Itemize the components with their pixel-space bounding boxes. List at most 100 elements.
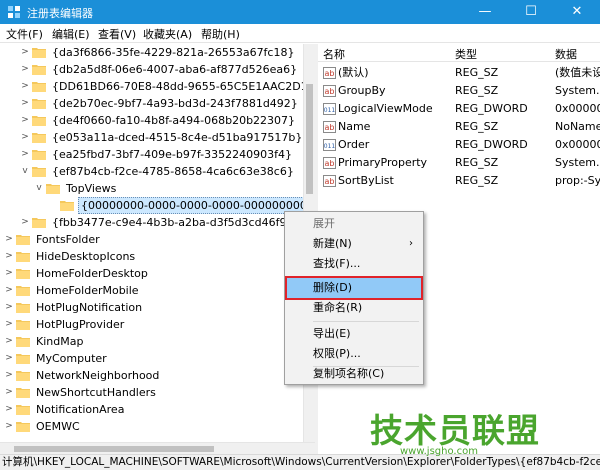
value-type: REG_SZ bbox=[455, 66, 499, 79]
expand-chevron-icon[interactable]: > bbox=[20, 214, 30, 231]
folder-icon bbox=[32, 99, 46, 109]
tree-node-label: KindMap bbox=[36, 335, 84, 348]
folder-icon bbox=[16, 286, 30, 296]
expand-chevron-icon[interactable]: > bbox=[4, 231, 14, 248]
minimize-button[interactable]: — bbox=[462, 0, 508, 24]
folder-icon bbox=[32, 150, 46, 160]
menu-item-label: 新建(N) bbox=[313, 237, 352, 250]
expand-chevron-icon[interactable]: > bbox=[4, 282, 14, 299]
value-row[interactable]: abGroupBy REG_SZ System.S bbox=[318, 82, 600, 100]
value-data: 0x00000 bbox=[555, 138, 600, 151]
folder-icon bbox=[16, 422, 30, 432]
tree-node-label: {fbb3477e-c9e4-4b3b-a2ba-d3f5d3cd46f9} bbox=[52, 216, 294, 229]
expand-chevron-icon[interactable]: > bbox=[20, 146, 30, 163]
scrollbar-thumb[interactable] bbox=[14, 446, 214, 452]
tree-node-label: {db2a5d8f-06e6-4007-aba6-af877d526ea6} bbox=[52, 63, 298, 76]
string-value-icon: ab bbox=[323, 67, 336, 79]
menu-item-expand[interactable]: 展开 bbox=[287, 214, 421, 234]
expand-chevron-icon[interactable]: > bbox=[20, 95, 30, 112]
string-value-icon: ab bbox=[323, 85, 336, 97]
string-value-icon: ab bbox=[323, 121, 336, 133]
folder-icon bbox=[16, 354, 30, 364]
binary-value-icon: 011 bbox=[323, 139, 336, 151]
value-data: prop:-Sy bbox=[555, 174, 600, 187]
expand-chevron-icon[interactable]: > bbox=[20, 129, 30, 146]
folder-icon bbox=[16, 252, 30, 262]
value-row[interactable]: 011 LogicalViewMode REG_DWORD 0x00000 bbox=[318, 100, 600, 118]
tree-node-label: OEMWC bbox=[36, 420, 80, 433]
expand-chevron-icon[interactable]: > bbox=[4, 418, 14, 435]
expand-chevron-icon[interactable]: > bbox=[4, 350, 14, 367]
close-button[interactable]: ✕ bbox=[554, 0, 600, 24]
expand-chevron-icon[interactable]: > bbox=[20, 112, 30, 129]
menu-help[interactable]: 帮助(H) bbox=[199, 26, 242, 42]
value-type: REG_SZ bbox=[455, 120, 499, 133]
tree-node-label: {de4f0660-fa10-4b8f-a494-068b20b22307} bbox=[52, 114, 296, 127]
value-name: PrimaryProperty bbox=[338, 156, 428, 169]
collapse-chevron-icon[interactable]: v bbox=[20, 163, 30, 180]
menu-item-new[interactable]: 新建(N) › bbox=[287, 234, 421, 254]
menu-item-permissions[interactable]: 权限(P)... bbox=[287, 344, 421, 364]
tree-node-label: MyComputer bbox=[36, 352, 107, 365]
expand-chevron-icon[interactable]: > bbox=[20, 44, 30, 61]
maximize-button[interactable]: ☐ bbox=[508, 0, 554, 24]
scrollbar-thumb[interactable] bbox=[306, 84, 313, 194]
collapse-chevron-icon[interactable]: v bbox=[34, 180, 44, 197]
expand-chevron-icon[interactable]: > bbox=[20, 78, 30, 95]
menu-item-copy-key-name[interactable]: 复制项名称(C) bbox=[287, 364, 421, 384]
folder-icon bbox=[60, 201, 74, 211]
menu-item-find[interactable]: 查找(F)... bbox=[287, 254, 421, 274]
tree-node-label: NewShortcutHandlers bbox=[36, 386, 156, 399]
submenu-arrow-icon: › bbox=[409, 238, 413, 249]
tree-node-label: HideDesktopIcons bbox=[36, 250, 136, 263]
tree-node-label: {ea25fbd7-3bf7-409e-b97f-3352240903f4} bbox=[52, 148, 292, 161]
tree-node-label: HotPlugProvider bbox=[36, 318, 125, 331]
expand-chevron-icon[interactable]: > bbox=[4, 367, 14, 384]
value-row[interactable]: ab Name REG_SZ NoName bbox=[318, 118, 600, 136]
window-title: 注册表编辑器 bbox=[27, 7, 93, 20]
value-data: 0x00000 bbox=[555, 102, 600, 115]
expand-chevron-icon[interactable]: > bbox=[4, 384, 14, 401]
status-bar-path: 计算机\HKEY_LOCAL_MACHINE\SOFTWARE\Microsof… bbox=[0, 454, 600, 470]
menu-item-delete[interactable]: 删除(D) bbox=[285, 276, 423, 300]
expand-chevron-icon[interactable]: > bbox=[4, 316, 14, 333]
context-menu: 展开 新建(N) › 查找(F)... 删除(D) 重命名(R) 导出(E) 权限… bbox=[284, 211, 424, 385]
value-row[interactable]: 011 Order REG_DWORD 0x00000 bbox=[318, 136, 600, 154]
menu-edit[interactable]: 编辑(E) bbox=[50, 26, 92, 42]
menu-favorites[interactable]: 收藏夹(A) bbox=[141, 26, 194, 42]
expand-chevron-icon[interactable]: > bbox=[4, 333, 14, 350]
expand-chevron-icon[interactable]: > bbox=[20, 61, 30, 78]
value-row[interactable]: ab (默认) REG_SZ (数值未设 bbox=[318, 64, 600, 82]
menu-item-export[interactable]: 导出(E) bbox=[287, 324, 421, 344]
column-header-data[interactable]: 数据 bbox=[555, 46, 577, 62]
menu-item-rename[interactable]: 重命名(R) bbox=[287, 298, 421, 318]
svg-text:ab: ab bbox=[325, 159, 335, 168]
string-value-icon: ab bbox=[323, 175, 336, 187]
folder-icon bbox=[32, 218, 46, 228]
menu-view[interactable]: 查看(V) bbox=[96, 26, 138, 42]
folder-icon bbox=[32, 82, 46, 92]
list-header: 名称 类型 数据 bbox=[318, 44, 600, 62]
menu-file[interactable]: 文件(F) bbox=[4, 26, 45, 42]
watermark-logo: 技术员联盟 bbox=[370, 411, 540, 450]
column-header-name[interactable]: 名称 bbox=[323, 46, 345, 62]
value-type: REG_DWORD bbox=[455, 102, 528, 115]
expand-chevron-icon[interactable]: > bbox=[4, 248, 14, 265]
tree-node-label: HotPlugNotification bbox=[36, 301, 143, 314]
value-name: GroupBy bbox=[338, 84, 386, 97]
registry-tree[interactable]: > {da3f6866-35fe-4229-821a-26553a67fc18} >… bbox=[0, 44, 303, 454]
column-header-type[interactable]: 类型 bbox=[455, 46, 477, 62]
expand-chevron-icon[interactable]: > bbox=[4, 265, 14, 282]
folder-icon bbox=[32, 65, 46, 75]
tree-horizontal-scrollbar[interactable] bbox=[0, 442, 315, 454]
tree-node-label: {e053a11a-dced-4515-8c4e-d51ba917517b} bbox=[52, 131, 303, 144]
folder-icon bbox=[16, 269, 30, 279]
folder-icon bbox=[46, 184, 60, 194]
value-type: REG_SZ bbox=[455, 174, 499, 187]
expand-chevron-icon[interactable]: > bbox=[4, 299, 14, 316]
value-row[interactable]: abPrimaryProperty REG_SZ System.S bbox=[318, 154, 600, 172]
value-row[interactable]: ab SortByList REG_SZ prop:-Sy bbox=[318, 172, 600, 190]
tree-node-label: NetworkNeighborhood bbox=[36, 369, 160, 382]
tree-node-label: HomeFolderMobile bbox=[36, 284, 139, 297]
expand-chevron-icon[interactable]: > bbox=[4, 401, 14, 418]
